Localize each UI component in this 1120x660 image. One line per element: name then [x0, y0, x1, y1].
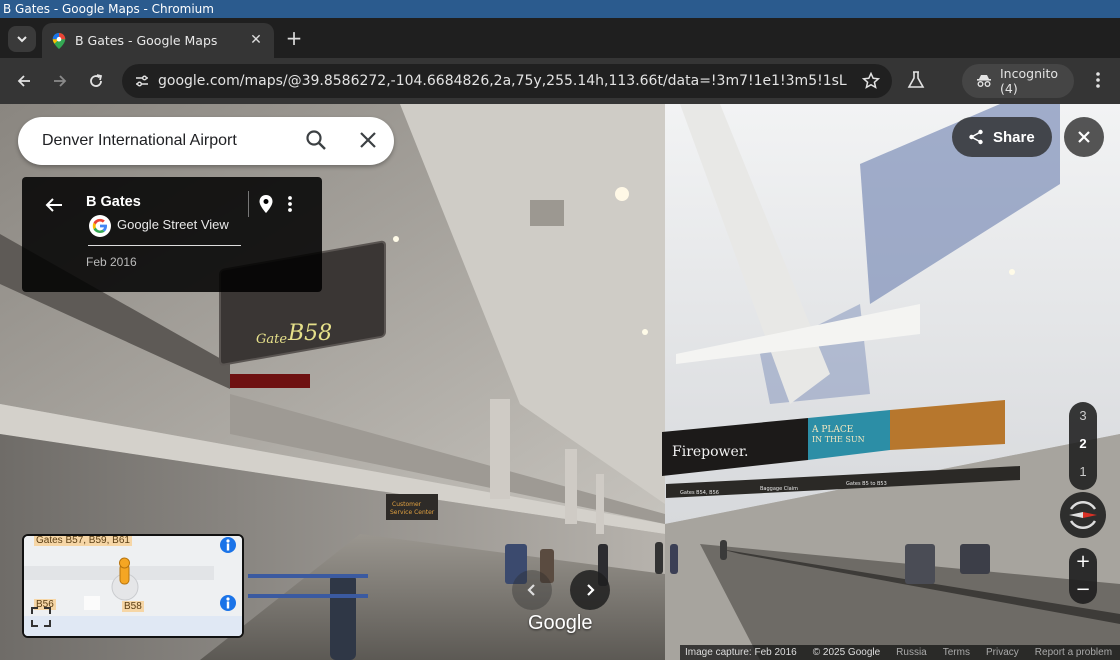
source-underline [88, 245, 241, 246]
new-tab-button[interactable]: + [282, 27, 306, 51]
google-g-icon [89, 215, 111, 237]
arrow-right-icon [54, 75, 67, 87]
info-pin-icon[interactable] [219, 536, 237, 556]
reload-button[interactable] [83, 68, 109, 94]
gate-sign-number: B58 [287, 321, 332, 346]
url-text: google.com/maps/@39.8586272,-104.6684826… [158, 73, 848, 89]
close-street-view-button[interactable] [1064, 117, 1104, 157]
incognito-button[interactable]: Incognito (4) [962, 64, 1074, 98]
footer-report-link[interactable]: Report a problem [1035, 645, 1112, 660]
incognito-icon [976, 74, 992, 88]
labs-flask-icon[interactable] [906, 70, 926, 90]
footer-country-link[interactable]: Russia [896, 645, 927, 660]
site-info-icon[interactable] [132, 71, 152, 91]
chevron-right-icon [587, 584, 595, 596]
more-options-icon[interactable] [284, 194, 296, 214]
footer-terms-link[interactable]: Terms [943, 645, 970, 660]
floor-1-button[interactable]: 1 [1069, 458, 1097, 486]
tab-close-icon[interactable]: ✕ [248, 32, 264, 48]
previous-image-button[interactable] [512, 570, 552, 610]
map-footer: Image capture: Feb 2016 © 2025 Google Ru… [680, 645, 1120, 660]
share-label: Share [993, 128, 1035, 146]
firepower-ad-text: Firepower. [672, 444, 748, 460]
capture-date[interactable]: Feb 2016 [86, 255, 137, 269]
maps-favicon-icon [52, 32, 66, 49]
tab-title: B Gates - Google Maps [75, 33, 218, 48]
minimap-label-gates: Gates B57, B59, B61 [34, 535, 132, 546]
source-label[interactable]: Google Street View [117, 217, 229, 232]
minimap-floorplan [24, 536, 242, 636]
fullscreen-icon[interactable] [30, 606, 52, 628]
clear-search-icon[interactable] [358, 130, 378, 150]
incognito-label: Incognito (4) [1000, 66, 1059, 96]
chevron-left-icon [527, 584, 535, 596]
direction-sign-middle: Baggage Claim [760, 486, 798, 492]
chevron-down-icon [17, 36, 27, 43]
reload-icon [90, 74, 103, 87]
card-divider [248, 191, 249, 217]
arrow-left-icon [17, 75, 30, 87]
minimap-label-b58: B58 [122, 601, 144, 612]
place-in-sun-ad-line2: IN THE SUN [812, 435, 865, 444]
footer-image-capture: Image capture: Feb 2016 [685, 647, 797, 658]
info-pin-icon[interactable] [219, 594, 237, 614]
gate-sign-label: Gate [256, 332, 287, 347]
address-bar[interactable]: google.com/maps/@39.8586272,-104.6684826… [122, 64, 892, 98]
footer-privacy-link[interactable]: Privacy [986, 645, 1019, 660]
zoom-out-button[interactable]: − [1069, 576, 1097, 604]
share-icon [968, 129, 984, 145]
share-button[interactable]: Share [952, 117, 1052, 157]
direction-sign-left: Gates B54, B56 [680, 490, 719, 496]
window-title-bar: B Gates - Google Maps - Chromium [0, 0, 1120, 18]
floor-2-button[interactable]: 2 [1069, 430, 1097, 458]
bookmark-star-icon[interactable] [862, 72, 880, 90]
tab-search-button[interactable] [8, 26, 36, 52]
floor-3-button[interactable]: 3 [1069, 402, 1097, 430]
minimap[interactable]: Gates B57, B59, B61 B56 B58 [22, 534, 244, 638]
location-pin-icon[interactable] [258, 194, 274, 214]
back-arrow-icon[interactable] [44, 195, 64, 215]
place-title: B Gates [86, 194, 141, 210]
customer-service-sign-line2: Service Center [390, 509, 435, 516]
google-logo: Google [528, 612, 593, 634]
place-in-sun-ad-line1: A PLACE [811, 425, 853, 435]
close-icon [1078, 131, 1090, 143]
compass-icon [1069, 500, 1097, 530]
zoom-controls: + − [1069, 548, 1097, 604]
forward-button[interactable] [47, 68, 73, 94]
back-button[interactable] [11, 68, 37, 94]
street-view-info-card: B Gates Google Street View Feb 2016 [22, 177, 322, 292]
search-input[interactable]: Denver International Airport [42, 132, 292, 150]
browser-toolbar: google.com/maps/@39.8586272,-104.6684826… [0, 58, 1120, 104]
search-box[interactable]: Denver International Airport [18, 117, 394, 165]
tab-strip: B Gates - Google Maps ✕ + [0, 18, 1120, 58]
footer-copyright: © 2025 Google [812, 647, 881, 658]
browser-menu-icon[interactable] [1088, 70, 1108, 90]
customer-service-sign-line1: Customer [392, 501, 422, 508]
zoom-in-button[interactable]: + [1069, 548, 1097, 576]
compass-button[interactable] [1060, 492, 1106, 538]
tab-google-maps[interactable]: B Gates - Google Maps ✕ [42, 23, 274, 58]
street-view-panorama[interactable]: Gate B58 Customer Service Center Firepow… [0, 104, 1120, 660]
search-icon[interactable] [305, 129, 327, 151]
next-image-button[interactable] [570, 570, 610, 610]
floor-selector[interactable]: 3 2 1 [1069, 402, 1097, 490]
direction-sign-right: Gates B5 to B53 [846, 481, 887, 487]
